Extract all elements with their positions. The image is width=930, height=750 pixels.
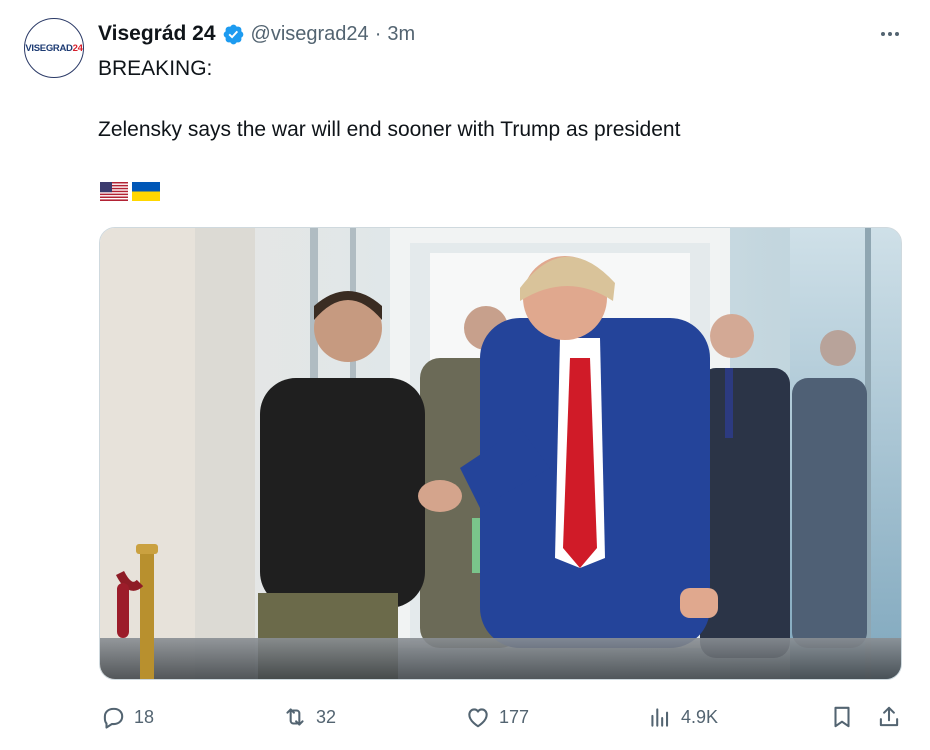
flag-emojis [100,182,160,201]
tweet-header: Visegrád 24 @visegrad24 · 3m [98,20,415,48]
repost-button[interactable]: 32 [282,700,336,734]
display-name[interactable]: Visegrád 24 [98,22,216,46]
more-options-icon[interactable] [876,24,904,44]
avatar[interactable]: VISEGRAD24 [24,18,84,78]
reply-count: 18 [134,706,155,727]
views-button[interactable]: 4.9K [647,700,718,734]
tweet-card[interactable]: VISEGRAD24 Visegrád 24 @visegrad24 · 3m … [0,0,930,750]
repost-icon [286,708,304,726]
reply-button[interactable]: 18 [100,700,154,734]
user-handle[interactable]: @visegrad24 [251,23,369,46]
us-flag-icon [100,182,128,201]
like-count: 177 [499,706,530,727]
bookmark-icon [834,706,850,728]
tweet-text-line-2: Zelensky says the war will end sooner wi… [98,118,681,141]
heart-icon [468,708,488,728]
share-button[interactable] [876,700,902,734]
like-button[interactable]: 177 [465,700,529,734]
reply-icon [103,707,124,729]
separator-dot: · [374,22,382,45]
bookmark-button[interactable] [829,700,855,734]
repost-count: 32 [316,706,337,727]
analytics-icon [651,708,669,727]
verified-badge-icon[interactable] [222,23,245,46]
photo-illustration [100,228,901,679]
tweet-text-line-1: BREAKING: [98,57,213,80]
ukraine-flag-icon [132,182,160,201]
timestamp[interactable]: 3m [387,23,415,46]
action-bar: 18 32 177 4.9K [0,700,930,734]
share-icon [879,706,899,727]
views-count: 4.9K [681,706,719,727]
tweet-photo[interactable] [99,227,902,680]
avatar-logo: VISEGRAD24 [25,42,83,54]
